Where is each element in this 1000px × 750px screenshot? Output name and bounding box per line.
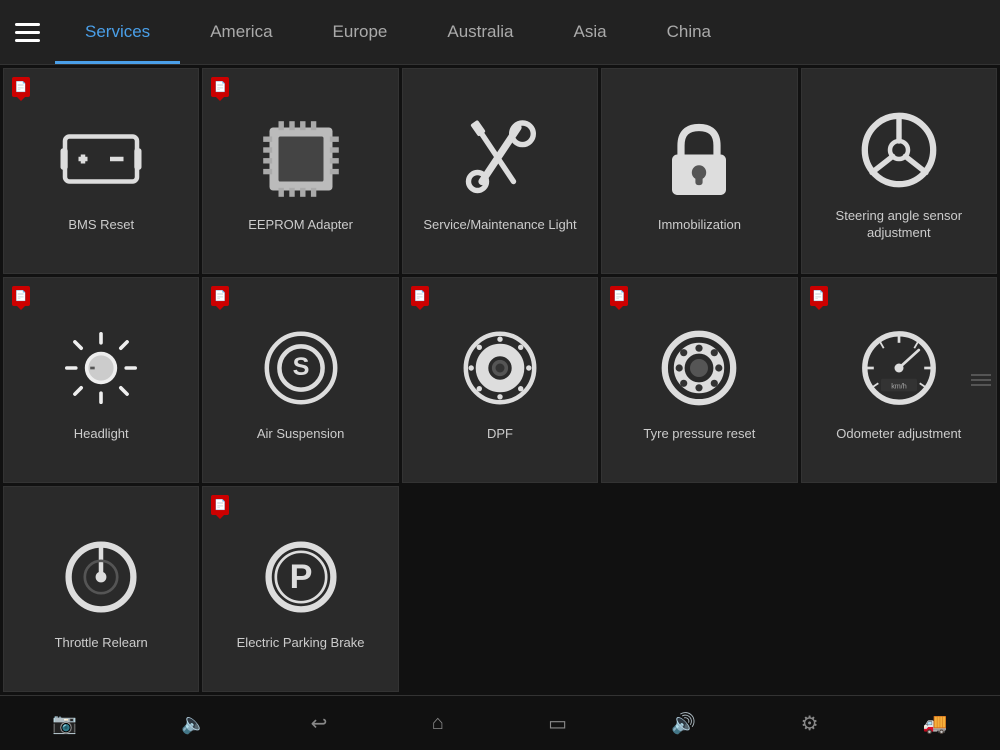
badge-suspension: 📄 — [211, 286, 229, 306]
volume-up-icon[interactable]: 🔊 — [661, 706, 706, 741]
tab-services[interactable]: Services — [55, 0, 180, 64]
services-grid: 📄 BMS Reset 📄 — [0, 65, 1000, 695]
grid-item-eeprom[interactable]: 📄 — [202, 68, 398, 274]
grid-item-parking-brake[interactable]: 📄 P Electric Parking Brake — [202, 486, 398, 692]
grid-item-service-light[interactable]: Service/Maintenance Light — [402, 68, 598, 274]
service-light-label: Service/Maintenance Light — [423, 217, 576, 234]
tab-australia[interactable]: Australia — [417, 0, 543, 64]
throttle-icon — [51, 527, 151, 627]
tyre-icon — [649, 318, 749, 418]
odometer-icon: km/h — [849, 318, 949, 418]
eeprom-icon — [251, 109, 351, 209]
car-icon[interactable]: 🚚 — [913, 706, 958, 741]
air-suspension-label: Air Suspension — [257, 426, 344, 443]
steering-icon — [849, 100, 949, 200]
immobilization-icon — [649, 109, 749, 209]
settings-icon[interactable]: ⚙ — [791, 706, 829, 741]
tab-asia[interactable]: Asia — [544, 0, 637, 64]
grid-item-throttle-relearn[interactable]: Throttle Relearn — [3, 486, 199, 692]
headlight-label: Headlight — [74, 426, 129, 443]
grid-item-air-suspension[interactable]: 📄 S Air Suspension — [202, 277, 398, 483]
throttle-label: Throttle Relearn — [55, 635, 148, 652]
grid-item-tyre-pressure[interactable]: 📄 Tyre pressure reset — [601, 277, 797, 483]
bottom-bar: 📷 🔈 ↩ ⌂ ▭ 🔊 ⚙ 🚚 — [0, 695, 1000, 750]
header: Services America Europe Australia Asia C… — [0, 0, 1000, 65]
svg-text:km/h: km/h — [891, 381, 907, 390]
air-suspension-icon: S — [251, 318, 351, 418]
badge-tyre: 📄 — [610, 286, 628, 306]
grid-item-bms-reset[interactable]: 📄 BMS Reset — [3, 68, 199, 274]
steering-label: Steering angle sensor adjustment — [807, 208, 991, 242]
immobilization-label: Immobilization — [658, 217, 741, 234]
recent-apps-icon[interactable]: ▭ — [538, 706, 577, 741]
home-icon[interactable]: ⌂ — [422, 707, 454, 740]
tab-europe[interactable]: Europe — [303, 0, 418, 64]
camera-icon[interactable]: 📷 — [42, 706, 87, 741]
badge-eeprom: 📄 — [211, 77, 229, 97]
parking-brake-label: Electric Parking Brake — [237, 635, 365, 652]
svg-text:S: S — [292, 353, 309, 381]
scroll-indicator — [971, 374, 991, 386]
back-icon[interactable]: ↩ — [301, 706, 338, 741]
grid-item-headlight[interactable]: 📄 Headlight — [3, 277, 199, 483]
menu-button[interactable] — [0, 23, 55, 42]
grid-item-steering[interactable]: Steering angle sensor adjustment — [801, 68, 997, 274]
dpf-label: DPF — [487, 426, 513, 443]
tab-china[interactable]: China — [637, 0, 741, 64]
headlight-icon — [51, 318, 151, 418]
parking-brake-icon: P — [251, 527, 351, 627]
service-light-icon — [450, 109, 550, 209]
nav-tabs: Services America Europe Australia Asia C… — [55, 0, 1000, 64]
volume-down-icon[interactable]: 🔈 — [171, 706, 216, 741]
badge-headlight: 📄 — [12, 286, 30, 306]
badge-odometer: 📄 — [810, 286, 828, 306]
grid-item-odometer[interactable]: 📄 km/h Odometer adju — [801, 277, 997, 483]
grid-item-dpf[interactable]: 📄 DPF — [402, 277, 598, 483]
svg-text:P: P — [289, 557, 312, 595]
tab-america[interactable]: America — [180, 0, 302, 64]
bms-label: BMS Reset — [68, 217, 134, 234]
bms-icon — [51, 109, 151, 209]
grid-item-immobilization[interactable]: Immobilization — [601, 68, 797, 274]
badge-dpf: 📄 — [411, 286, 429, 306]
odometer-label: Odometer adjustment — [836, 426, 961, 443]
badge-parking: 📄 — [211, 495, 229, 515]
tyre-label: Tyre pressure reset — [643, 426, 755, 443]
badge-bms: 📄 — [12, 77, 30, 97]
dpf-icon — [450, 318, 550, 418]
eeprom-label: EEPROM Adapter — [248, 217, 353, 234]
